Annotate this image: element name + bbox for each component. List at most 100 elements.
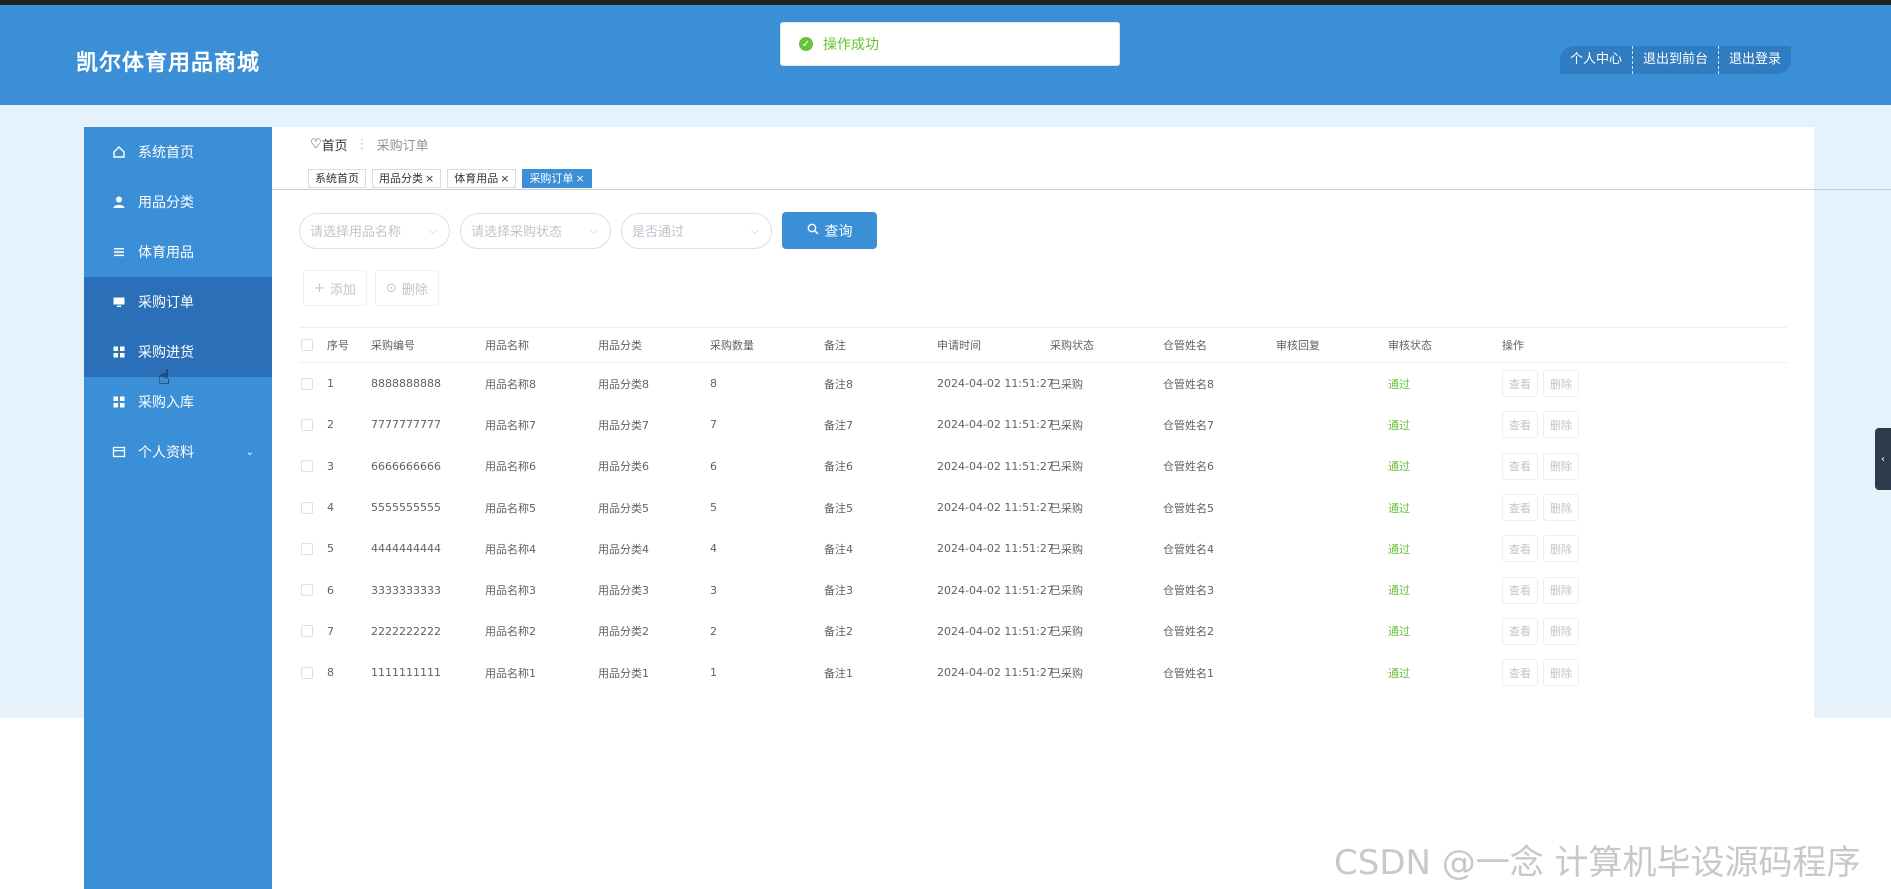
close-icon[interactable]: × [425, 172, 434, 185]
row-delete-button[interactable]: 删除 [1543, 452, 1579, 480]
table-cell: 通过 [1388, 666, 1410, 680]
row-delete-button[interactable]: 删除 [1543, 617, 1579, 645]
tag-home[interactable]: 系统首页 [308, 169, 366, 188]
row-checkbox[interactable] [301, 666, 313, 679]
table-cell: 备注7 [824, 418, 853, 432]
header-cell: 操作 [1502, 339, 1524, 352]
table-cell: 仓管姓名3 [1163, 584, 1214, 598]
purchase-status-select[interactable]: 请选择采购状态 ⌵ [460, 212, 611, 249]
table-cell: 用品分类8 [598, 377, 649, 391]
table-cell: 通过 [1388, 501, 1410, 515]
sidebar-item-label: 用品分类 [138, 195, 194, 211]
table-cell: 用品名称1 [485, 666, 536, 680]
sidebar-item-home[interactable]: 系统首页 [84, 127, 272, 177]
close-icon[interactable]: × [575, 172, 584, 185]
grid-icon [112, 395, 126, 409]
select-all-cell [299, 339, 319, 351]
sidebar-item-warehouse[interactable]: 采购入库 [84, 377, 272, 427]
nav-frontend[interactable]: 退出到前台 [1633, 46, 1720, 74]
table-cell: 6 [327, 583, 334, 597]
table-cell: 6666666666 [371, 459, 441, 473]
row-actions: 查看 删除 [1494, 535, 1624, 563]
row-actions: 查看 删除 [1494, 370, 1624, 398]
view-button[interactable]: 查看 [1502, 452, 1538, 480]
view-button[interactable]: 查看 [1502, 494, 1538, 522]
table-cell: 用品名称5 [485, 501, 536, 515]
table-cell: 3 [710, 583, 717, 597]
nav-profile[interactable]: 个人中心 [1560, 46, 1634, 74]
delete-circle-icon: ⊙ [385, 280, 397, 296]
tag-category[interactable]: 用品分类 × [372, 169, 442, 188]
table-cell: 通过 [1388, 418, 1410, 432]
sidebar-item-category[interactable]: 用品分类 [84, 177, 272, 227]
view-button[interactable]: 查看 [1502, 535, 1538, 563]
row-checkbox[interactable] [301, 377, 313, 390]
view-button[interactable]: 查看 [1502, 617, 1538, 645]
plus-icon: + [314, 280, 325, 296]
select-placeholder: 请选择用品名称 [310, 225, 402, 240]
user-icon [112, 195, 126, 209]
pass-select[interactable]: 是否通过 ⌵ [621, 212, 772, 249]
add-button[interactable]: + 添加 [303, 270, 367, 306]
table-row: 4 5555555555 用品名称5 用品分类5 5 备注5 2024-04-02 11:5… [299, 487, 1787, 528]
table-cell: 用品分类3 [598, 584, 649, 598]
row-delete-button[interactable]: 删除 [1543, 370, 1579, 398]
table-cell: 用品分类4 [598, 542, 649, 556]
table-cell: 已采购 [1050, 666, 1083, 680]
table-row: 7 2222222222 用品名称2 用品分类2 2 备注2 2024-04-02 11:5… [299, 611, 1787, 652]
table-row: 5 4444444444 用品名称4 用品分类4 4 备注4 2024-04-02 11:5… [299, 528, 1787, 569]
row-checkbox[interactable] [301, 418, 313, 431]
tag-products[interactable]: 体育用品 × [447, 169, 517, 188]
nav-logout[interactable]: 退出登录 [1719, 46, 1791, 74]
row-checkbox[interactable] [301, 625, 313, 638]
table-cell: 仓管姓名1 [1163, 666, 1214, 680]
row-actions: 查看 删除 [1494, 494, 1624, 522]
sidebar-item-profile[interactable]: 个人资料 ⌄ [84, 427, 272, 477]
row-delete-button[interactable]: 删除 [1543, 535, 1579, 563]
row-delete-button[interactable]: 删除 [1543, 494, 1579, 522]
table-cell: 2 [327, 418, 334, 432]
row-delete-button[interactable]: 删除 [1543, 411, 1579, 439]
close-icon[interactable]: × [500, 172, 509, 185]
table-row: 8 1111111111 用品名称1 用品分类1 1 备注1 2024-04-02 11:5… [299, 652, 1787, 693]
table-cell: 用品分类1 [598, 666, 649, 680]
row-actions: 查看 删除 [1494, 452, 1624, 480]
header-cell: 备注 [824, 339, 846, 352]
breadcrumb-home[interactable]: 首页 [322, 135, 348, 154]
delete-button[interactable]: ⊙ 删除 [374, 270, 439, 306]
table-cell: 备注1 [824, 666, 853, 680]
select-all-checkbox[interactable] [301, 339, 313, 351]
row-checkbox[interactable] [301, 460, 313, 473]
table-cell: 仓管姓名6 [1163, 460, 1214, 474]
header-cell: 审核回复 [1276, 339, 1320, 352]
main-panel: ♡ 首页 ⋮ 采购订单 系统首页 用品分类 × 体育用品 × 采购订单 × 请选择用品… [272, 127, 1891, 718]
table-row: 3 6666666666 用品名称6 用品分类6 6 备注6 2024-04-02 11:5… [299, 446, 1787, 487]
row-select-cell [299, 625, 319, 638]
filter-bar: 请选择用品名称 ⌵ 请选择采购状态 ⌵ 是否通过 ⌵ 查询 [299, 212, 877, 249]
table-cell: 已采购 [1050, 460, 1083, 474]
row-checkbox[interactable] [301, 501, 313, 514]
table-cell: 备注4 [824, 542, 853, 556]
row-delete-button[interactable]: 删除 [1543, 576, 1579, 604]
view-button[interactable]: 查看 [1502, 659, 1538, 687]
product-name-select[interactable]: 请选择用品名称 ⌵ [299, 212, 450, 249]
row-checkbox[interactable] [301, 542, 313, 555]
row-delete-button[interactable]: 删除 [1543, 659, 1579, 687]
tag-purchase-orders[interactable]: 采购订单 × [522, 169, 592, 188]
table-cell: 8 [710, 377, 717, 391]
sidebar-item-purchase-stock[interactable]: 采购进货 [84, 327, 272, 377]
view-button[interactable]: 查看 [1502, 370, 1538, 398]
table-row: 6 3333333333 用品名称3 用品分类3 3 备注3 2024-04-02 11:5… [299, 569, 1787, 610]
view-button[interactable]: 查看 [1502, 576, 1538, 604]
query-button[interactable]: 查询 [782, 212, 877, 249]
table-cell: 用品名称8 [485, 377, 536, 391]
breadcrumb: ♡ 首页 ⋮ 采购订单 [310, 135, 429, 154]
sidebar-item-label: 采购入库 [138, 395, 194, 411]
tags-divider [272, 189, 1891, 190]
sidebar-item-purchase-orders[interactable]: 采购订单 [84, 277, 272, 327]
row-checkbox[interactable] [301, 584, 313, 597]
table-cell: 7777777777 [371, 418, 441, 432]
settings-drawer-toggle[interactable]: ‹ [1875, 428, 1891, 490]
sidebar-item-products[interactable]: 体育用品 [84, 227, 272, 277]
view-button[interactable]: 查看 [1502, 411, 1538, 439]
